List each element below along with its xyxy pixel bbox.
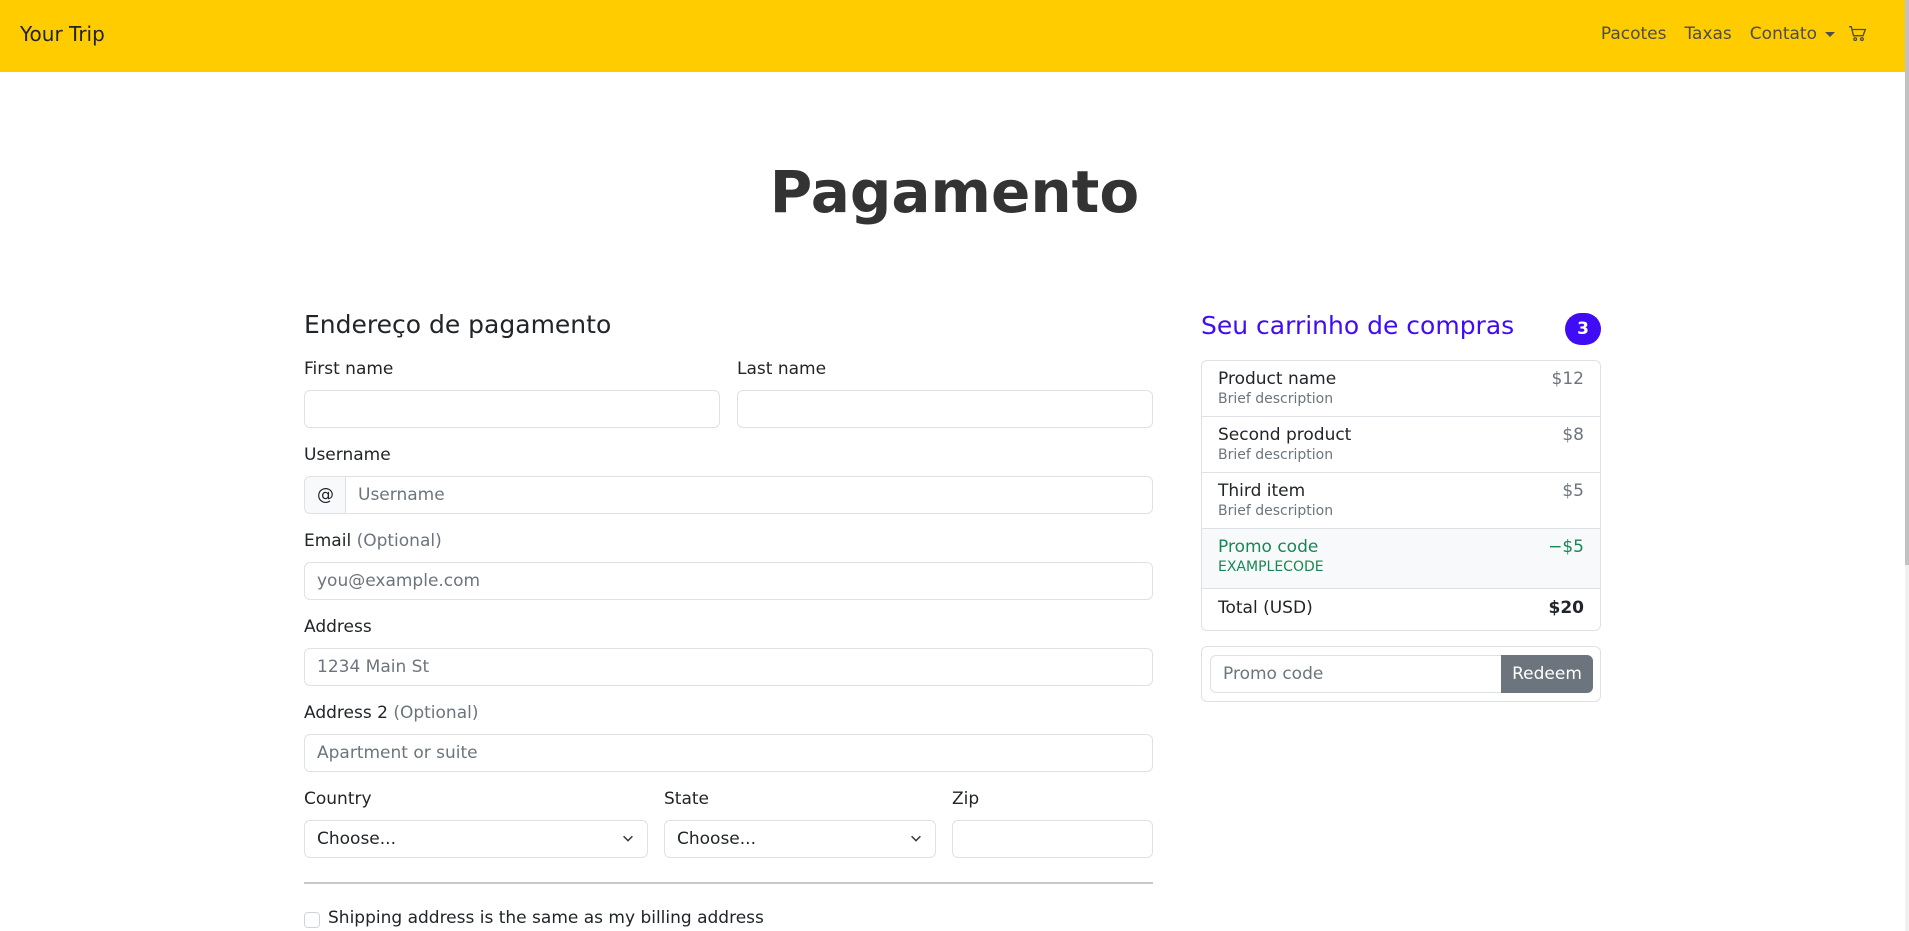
cart-count-badge: 3 xyxy=(1565,313,1601,345)
email-label-text: Email xyxy=(304,531,352,551)
cart-item-price: $8 xyxy=(1562,425,1584,445)
first-name-label: First name xyxy=(304,359,394,379)
cart-promo-row: Promo code EXAMPLECODE −$5 xyxy=(1202,529,1600,589)
caret-down-icon xyxy=(1825,31,1835,37)
country-select[interactable]: Choose... xyxy=(304,820,648,858)
navbar: Your Trip Pacotes Taxas Contato xyxy=(0,0,1909,72)
cart-item-price: $12 xyxy=(1551,369,1584,389)
cart-item-desc: Brief description xyxy=(1218,447,1334,463)
cart-total-label: Total (USD) xyxy=(1218,598,1313,618)
promo-row-code: EXAMPLECODE xyxy=(1218,559,1324,575)
email-input[interactable]: you@example.com xyxy=(304,562,1153,600)
form-divider xyxy=(304,882,1153,884)
promo-code-input[interactable]: Promo code xyxy=(1210,655,1502,693)
cart-list: Product name Brief description $12 Secon… xyxy=(1201,360,1601,631)
email-label: Email (Optional) xyxy=(304,531,442,551)
address2-optional-text: (Optional) xyxy=(393,703,479,723)
cart-item-name: Second product xyxy=(1218,425,1352,445)
cart-title: Seu carrinho de compras xyxy=(1201,311,1515,340)
same-address-label[interactable]: Shipping address is the same as my billi… xyxy=(328,908,764,928)
cart-item-desc: Brief description xyxy=(1218,391,1334,407)
cart-total-row: Total (USD) $20 xyxy=(1202,589,1600,630)
promo-row-label: Promo code xyxy=(1218,537,1319,557)
address-label: Address xyxy=(304,617,372,637)
redeem-button[interactable]: Redeem xyxy=(1501,655,1593,693)
nav-link-contato-label: Contato xyxy=(1749,24,1817,44)
brand-logo[interactable]: Your Trip xyxy=(20,22,105,46)
cart-item: Second product Brief description $8 xyxy=(1202,417,1600,473)
state-select[interactable]: Choose... xyxy=(664,820,936,858)
address2-label: Address 2 (Optional) xyxy=(304,703,478,723)
promo-row-amount: −$5 xyxy=(1548,537,1584,557)
address2-label-text: Address 2 xyxy=(304,703,388,723)
page-title: Pagamento xyxy=(769,158,1140,226)
cart-item-price: $5 xyxy=(1562,481,1584,501)
country-select-value: Choose... xyxy=(317,829,396,849)
promo-code-form: Promo code Redeem xyxy=(1201,646,1601,702)
state-select-value: Choose... xyxy=(677,829,756,849)
state-label: State xyxy=(664,789,709,809)
cart-item: Third item Brief description $5 xyxy=(1202,473,1600,529)
first-name-input[interactable] xyxy=(304,390,720,428)
last-name-input[interactable] xyxy=(737,390,1153,428)
billing-section-title: Endereço de pagamento xyxy=(304,310,612,339)
nav-link-pacotes[interactable]: Pacotes xyxy=(1601,24,1667,44)
address2-input[interactable]: Apartment or suite xyxy=(304,734,1153,772)
cart-item-desc: Brief description xyxy=(1218,503,1334,519)
cart-item: Product name Brief description $12 xyxy=(1202,361,1600,417)
country-label: Country xyxy=(304,789,372,809)
cart-item-name: Product name xyxy=(1218,369,1337,389)
chevron-down-icon xyxy=(623,835,633,842)
cart-item-name: Third item xyxy=(1218,481,1306,501)
address-input[interactable]: 1234 Main St xyxy=(304,648,1153,686)
cart-total-value: $20 xyxy=(1548,598,1585,618)
chevron-down-icon xyxy=(911,835,921,842)
email-optional-text: (Optional) xyxy=(356,531,442,551)
last-name-label: Last name xyxy=(737,359,827,379)
username-prefix: @ xyxy=(304,476,346,514)
zip-input[interactable] xyxy=(952,820,1153,858)
nav-link-taxas[interactable]: Taxas xyxy=(1684,24,1731,44)
scrollbar-thumb[interactable] xyxy=(1905,0,1909,565)
cart-icon[interactable] xyxy=(1849,25,1867,43)
nav-dropdown-contato[interactable]: Contato xyxy=(1750,24,1835,44)
nav-links: Pacotes Taxas Contato xyxy=(1583,24,1867,44)
zip-label: Zip xyxy=(952,789,980,809)
same-address-checkbox[interactable] xyxy=(304,912,320,928)
username-input[interactable]: Username xyxy=(345,476,1153,514)
username-label: Username xyxy=(304,445,391,465)
